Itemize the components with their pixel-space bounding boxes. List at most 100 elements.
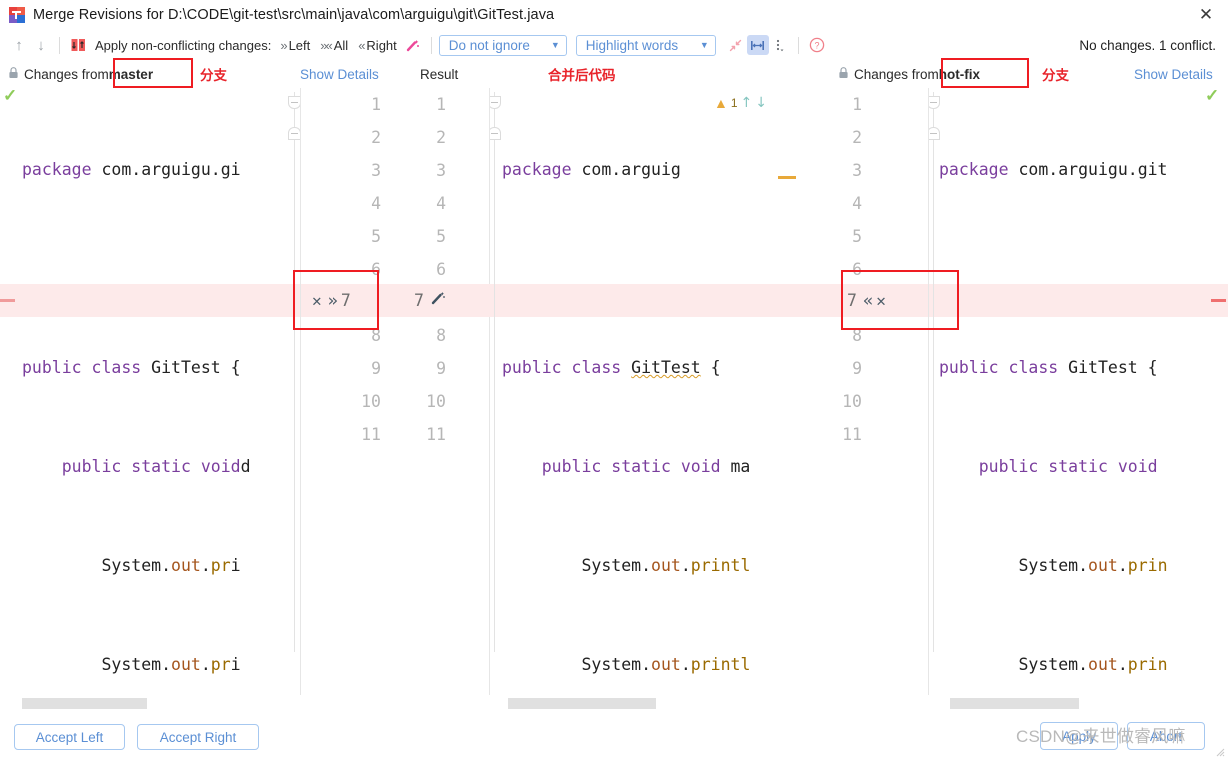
title-bar: Merge Revisions for D:\CODE\git-test\src… xyxy=(0,0,1228,30)
right-editor-pane[interactable]: ✓ package com.arguigu.git public class G… xyxy=(929,88,1228,695)
fold-marker-bottom-icon[interactable] xyxy=(490,127,501,140)
warning-next-icon[interactable]: ↓ xyxy=(755,95,767,111)
ignore-policy-select[interactable]: Do not ignore ▼ xyxy=(438,34,567,56)
result-line-number-gutter[interactable]: 1 2 3 4 5 6 8 9 10 11 xyxy=(381,88,446,695)
close-icon[interactable]: ✕ xyxy=(1194,4,1218,26)
previous-difference-icon[interactable]: ↑ xyxy=(8,34,30,56)
toolbar-separator-2 xyxy=(430,36,432,54)
result-conflict-line-number: 7 xyxy=(414,291,424,310)
result-hscrollbar-thumb[interactable] xyxy=(508,698,656,709)
code-line: public class GitTest { xyxy=(502,358,721,377)
line-number: 3 xyxy=(436,161,446,180)
csdn-watermark: CSDN@来世做睿风嘛 xyxy=(1016,727,1186,746)
chevron-down-icon: ▼ xyxy=(699,40,709,50)
window-title: Merge Revisions for D:\CODE\git-test\src… xyxy=(33,7,555,23)
more-options-icon[interactable] xyxy=(769,34,791,56)
code-line: System.out.printl xyxy=(581,655,751,674)
right-conflict-marker xyxy=(1211,299,1226,302)
code-line: package com.arguig xyxy=(502,160,681,179)
code-line: System.out.prin xyxy=(1018,556,1168,575)
line-number: 10 xyxy=(361,392,381,411)
help-icon[interactable]: ? xyxy=(806,34,828,56)
code-line: System.out.pri xyxy=(101,655,241,674)
line-number: 4 xyxy=(371,194,381,213)
right-conflict-actions[interactable]: 7 « ✕ xyxy=(847,284,886,317)
right-accept-conflict-icon[interactable]: « xyxy=(863,291,873,311)
line-number: 10 xyxy=(842,392,862,411)
right-ignore-conflict-icon[interactable]: ✕ xyxy=(876,291,886,310)
warning-triangle-icon: ▲ xyxy=(714,95,728,111)
highlight-mode-select[interactable]: Highlight words ▼ xyxy=(575,34,716,56)
left-show-details-link[interactable]: Show Details xyxy=(300,60,379,88)
toolbar-separator-3 xyxy=(797,36,799,54)
line-number: 5 xyxy=(371,227,381,246)
apply-left-label: Left xyxy=(288,37,311,53)
code-line: package com.arguigu.git xyxy=(939,160,1168,179)
code-line: System.out.pri xyxy=(101,556,241,575)
result-hscrollbar[interactable] xyxy=(490,698,928,709)
apply-right-label: Right xyxy=(366,37,397,53)
left-hscrollbar-thumb[interactable] xyxy=(22,698,147,709)
line-number: 2 xyxy=(436,128,446,147)
apply-left-button[interactable]: » Left xyxy=(280,38,310,53)
fold-marker-top-icon[interactable] xyxy=(288,96,300,109)
inspection-widget[interactable]: ▲ 1 ↑ ↓ xyxy=(714,93,767,113)
right-header-prefix: Changes from xyxy=(854,66,939,82)
line-number: 8 xyxy=(371,326,381,345)
compare-files-icon[interactable] xyxy=(67,34,89,56)
right-line-number-gutter[interactable]: 1 2 3 4 5 6 8 9 10 11 xyxy=(830,88,862,695)
accept-right-button[interactable]: Accept Right xyxy=(137,724,259,750)
left-header-prefix: Changes from xyxy=(24,66,109,82)
result-code-text: package com.arguig public class GitTest … xyxy=(502,88,750,695)
apply-right-button[interactable]: « Right xyxy=(358,38,397,53)
chevron-left-double-icon: « xyxy=(358,37,365,53)
left-hscrollbar[interactable] xyxy=(0,698,300,709)
fold-marker-top-icon[interactable] xyxy=(490,96,501,109)
right-fold-column[interactable] xyxy=(929,88,941,695)
accept-left-button[interactable]: Accept Left xyxy=(14,724,125,750)
result-pane-title: Result xyxy=(420,66,459,82)
line-number: 4 xyxy=(436,194,446,213)
merge-status-text: No changes. 1 conflict. xyxy=(1079,37,1216,53)
pane-headers: Changes from master 分支 Show Details Resu… xyxy=(0,58,1228,88)
merge-revisions-window: Merge Revisions for D:\CODE\git-test\src… xyxy=(0,0,1228,759)
right-fold-line xyxy=(933,92,934,652)
result-fold-line xyxy=(494,92,495,652)
code-line: System.out.printl xyxy=(581,556,751,575)
left-fold-column[interactable] xyxy=(288,88,300,695)
chevron-down-icon: ▼ xyxy=(550,40,560,50)
resize-grip-icon[interactable] xyxy=(1213,745,1225,757)
code-line: public class GitTest { xyxy=(939,358,1158,377)
magic-wand-icon[interactable] xyxy=(402,34,424,56)
fold-marker-bottom-icon[interactable] xyxy=(288,127,300,140)
result-fold-column[interactable] xyxy=(490,88,502,695)
fold-marker-top-icon[interactable] xyxy=(929,96,940,109)
result-conflict-actions[interactable]: 7 xyxy=(414,284,446,317)
svg-text:?: ? xyxy=(814,40,819,50)
line-number: 3 xyxy=(371,161,381,180)
fold-marker-bottom-icon[interactable] xyxy=(929,127,940,140)
next-difference-icon[interactable]: ↓ xyxy=(30,34,52,56)
right-hscrollbar-thumb[interactable] xyxy=(950,698,1079,709)
line-number: 2 xyxy=(371,128,381,147)
ignore-policy-value: Do not ignore xyxy=(448,37,530,53)
warning-prev-icon[interactable]: ↑ xyxy=(741,95,753,111)
right-hscrollbar[interactable] xyxy=(929,698,1228,709)
right-show-details-link[interactable]: Show Details xyxy=(1134,60,1213,88)
left-line-number-gutter[interactable]: 1 2 3 4 5 6 8 9 10 11 xyxy=(301,88,381,695)
right-code-text: package com.arguigu.git public class Git… xyxy=(939,88,1168,695)
line-number: 5 xyxy=(436,227,446,246)
result-editor-pane[interactable]: package com.arguig public class GitTest … xyxy=(490,88,928,695)
magic-wand-icon[interactable] xyxy=(430,290,446,311)
left-ignore-conflict-icon[interactable]: ✕ xyxy=(312,291,322,310)
apply-all-button[interactable]: »« All xyxy=(320,38,348,53)
left-conflict-actions[interactable]: ✕ » 7 xyxy=(312,284,351,317)
right-conflict-line-number: 7 xyxy=(847,291,857,310)
left-accept-conflict-icon[interactable]: » xyxy=(328,291,338,311)
left-editor-pane[interactable]: ✓ package com.arguigu.gi public class Gi… xyxy=(0,88,300,695)
collapse-unchanged-icon[interactable] xyxy=(725,34,747,56)
line-number: 9 xyxy=(436,359,446,378)
code-line: public static void ma xyxy=(541,457,751,476)
fit-content-icon[interactable] xyxy=(746,35,769,55)
